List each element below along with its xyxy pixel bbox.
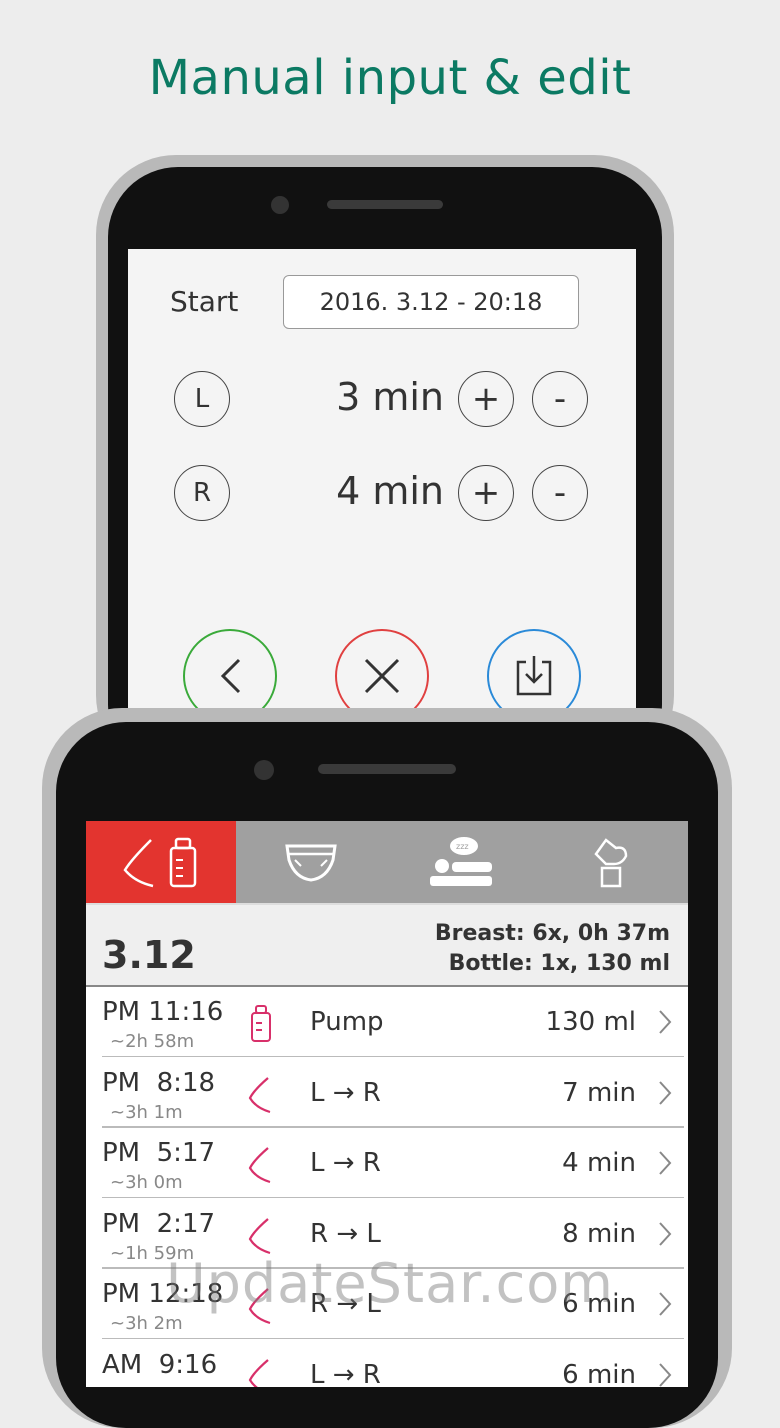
save-button[interactable] [487, 629, 581, 709]
entry-value: 7 min [562, 1077, 636, 1108]
entry-interval: ~2h 58m [110, 1031, 195, 1052]
entry-value: 4 min [562, 1148, 636, 1178]
sleep-icon: zzz [430, 837, 492, 886]
breast-icon [246, 1356, 276, 1387]
right-plus-button[interactable]: + [458, 465, 514, 521]
chevron-left-icon [220, 658, 241, 694]
tab-diaper[interactable] [236, 821, 386, 903]
chevron-right-icon [659, 1010, 672, 1034]
day-summary: 3.12 Breast: 6x, 0h 37m Bottle: 1x, 130 … [86, 903, 688, 987]
camera-dot [271, 196, 289, 214]
entry-time: PM 8:18 [102, 1067, 216, 1098]
edit-screen: Start 2016. 3.12 - 20:18 L 3 min + - R 4… [128, 249, 636, 709]
plus-icon: + [471, 379, 501, 419]
entry-time: PM 5:17 [102, 1138, 216, 1168]
chevron-right-icon [659, 1080, 672, 1105]
entry-value: 8 min [562, 1218, 636, 1249]
close-icon [364, 658, 400, 694]
entry-value: 130 ml [545, 1007, 636, 1037]
left-minus-button[interactable]: - [532, 371, 588, 427]
entry-interval: ~3h 1m [110, 1101, 183, 1123]
left-side-badge: L [174, 371, 230, 427]
right-side-label: R [192, 478, 212, 508]
save-download-icon [516, 656, 552, 696]
entry-label: L → R [310, 1148, 381, 1178]
start-label: Start [170, 285, 239, 318]
speaker-slot [327, 200, 443, 209]
table-row[interactable]: PM 5:17 ~3h 0m L → R 4 min [86, 1128, 688, 1198]
table-row[interactable]: PM 11:16 ~2h 58m Pump 130 ml [86, 987, 688, 1057]
start-datetime-field[interactable]: 2016. 3.12 - 20:18 [283, 275, 579, 329]
cancel-button[interactable] [335, 629, 429, 709]
plus-icon: + [471, 473, 501, 513]
left-side-label: L [194, 384, 210, 414]
tab-feeding[interactable] [86, 821, 236, 903]
chevron-right-icon [659, 1362, 672, 1387]
right-side-badge: R [174, 465, 230, 521]
table-row[interactable]: PM 8:18 ~3h 1m L → R 7 min [86, 1058, 688, 1128]
summary-bottle: Bottle: 1x, 130 ml [448, 951, 670, 976]
breast-icon [246, 1215, 276, 1255]
left-plus-button[interactable]: + [458, 371, 514, 427]
watermark: UpdateStar.com [166, 1252, 614, 1315]
right-minus-button[interactable]: - [532, 465, 588, 521]
svg-text:zzz: zzz [456, 842, 469, 851]
breast-icon [246, 1144, 276, 1184]
tab-pump[interactable] [536, 821, 686, 903]
left-duration: 3 min [336, 375, 444, 419]
chevron-right-icon [659, 1151, 672, 1175]
right-duration: 4 min [336, 469, 444, 513]
table-row[interactable]: AM 9:16 L → R 6 min [86, 1340, 688, 1388]
summary-date: 3.12 [102, 933, 196, 977]
breast-bottle-icon [123, 837, 197, 888]
entry-interval: ~3h 2m [110, 1313, 183, 1334]
headline: Manual input & edit [148, 50, 632, 106]
tab-bar: zzz [86, 821, 688, 903]
entry-time: PM 2:17 [102, 1208, 216, 1239]
summary-breast: Breast: 6x, 0h 37m [434, 921, 670, 946]
minus-icon: - [553, 473, 567, 513]
entry-time: AM 9:16 [102, 1349, 218, 1380]
entry-interval: ~3h 0m [110, 1172, 183, 1193]
entry-label: R → L [310, 1218, 381, 1249]
bottle-icon [246, 1003, 276, 1043]
back-button[interactable] [183, 629, 277, 709]
minus-icon: - [553, 379, 567, 419]
entry-value: 6 min [562, 1359, 636, 1388]
entry-label: L → R [310, 1077, 381, 1108]
speaker-slot [318, 764, 456, 774]
tab-sleep[interactable]: zzz [386, 821, 536, 903]
entry-time: PM 11:16 [102, 997, 224, 1027]
breast-icon [246, 1074, 276, 1114]
entry-label: L → R [310, 1359, 381, 1388]
camera-dot [254, 760, 274, 780]
breast-pump-icon [594, 838, 628, 888]
diaper-icon [285, 844, 337, 882]
chevron-right-icon [659, 1221, 672, 1246]
entry-label: Pump [310, 1007, 384, 1037]
